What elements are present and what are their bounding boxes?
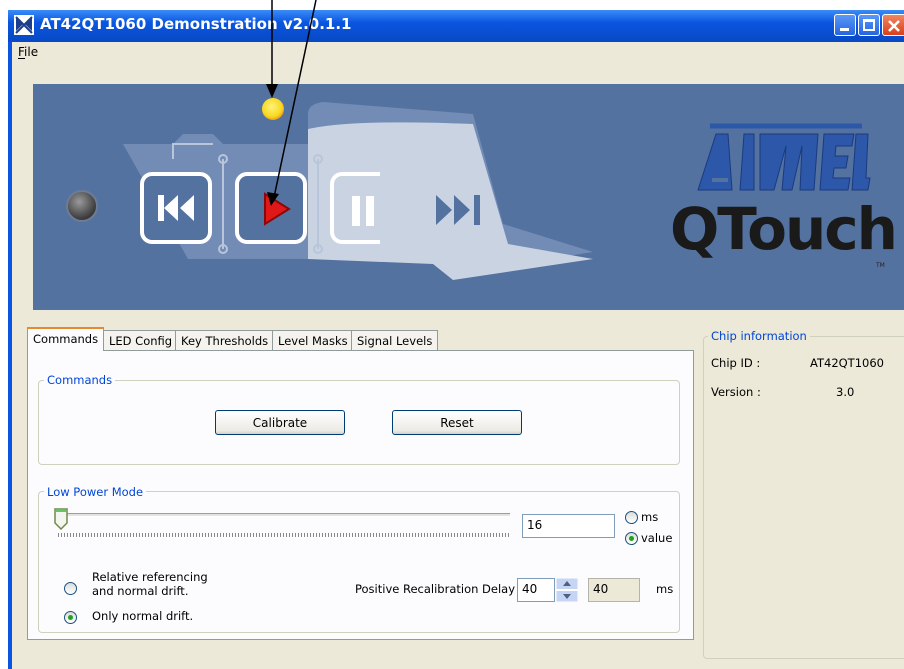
previous-track-button[interactable] (140, 172, 212, 244)
slider-ticks (58, 533, 510, 537)
chip-info-legend: Chip information (708, 329, 810, 343)
version-value: 3.0 (836, 385, 855, 399)
app-icon (14, 15, 34, 35)
skip-forward-icon[interactable] (434, 193, 486, 227)
unit-ms-radio[interactable] (625, 511, 638, 524)
menu-bar (12, 42, 904, 62)
commands-group (38, 380, 680, 465)
unit-value-label: value (641, 531, 673, 545)
recal-delay-label: Positive Recalibration Delay (355, 582, 516, 596)
pause-icon (352, 196, 374, 226)
recal-delay-spinner[interactable] (555, 577, 579, 603)
stop-icon[interactable] (540, 193, 564, 219)
recal-delay-display: 40 (588, 578, 640, 602)
chip-id-label: Chip ID : (711, 356, 761, 370)
chip-id-value: AT42QT1060 (810, 356, 884, 370)
reset-button[interactable]: Reset (392, 410, 522, 435)
low-power-slider-track[interactable] (58, 513, 510, 517)
close-button[interactable] (882, 14, 904, 36)
minimize-icon (840, 28, 849, 31)
commands-group-legend: Commands (44, 373, 116, 387)
maximize-icon (863, 19, 875, 31)
drift-relative-radio[interactable] (64, 582, 77, 595)
low-power-slider-thumb[interactable] (54, 508, 68, 530)
unit-value-radio[interactable] (625, 532, 638, 545)
skip-back-icon (158, 195, 194, 221)
tab-led-config[interactable]: LED Config (103, 330, 179, 350)
annotation-arrows (266, 0, 317, 206)
drift-normal-label: Only normal drift. (92, 609, 194, 623)
close-icon (888, 20, 900, 32)
spinner-arrows-icon (555, 577, 579, 603)
recal-delay-input[interactable]: 40 (517, 578, 555, 602)
low-power-legend: Low Power Mode (44, 485, 147, 499)
unit-ms-label: ms (641, 510, 659, 524)
power-knob-icon[interactable] (66, 190, 98, 222)
drift-relative-label: Relative referencing and normal drift. (92, 570, 208, 598)
tab-level-masks[interactable]: Level Masks (272, 330, 354, 350)
recal-delay-unit: ms (656, 582, 674, 596)
trademark: TM (876, 262, 885, 269)
tab-commands[interactable]: Commands (27, 327, 105, 351)
maximize-button[interactable] (858, 14, 880, 36)
atmel-logo (697, 123, 871, 191)
menu-file-mnemonic (18, 58, 25, 59)
version-label: Version : (711, 385, 761, 399)
pause-button[interactable] (330, 172, 380, 244)
drift-normal-radio[interactable] (64, 611, 77, 624)
menu-file[interactable]: File (18, 45, 38, 59)
calibrate-button[interactable]: Calibrate (215, 410, 345, 435)
tab-signal-levels[interactable]: Signal Levels (351, 330, 439, 350)
minimize-button[interactable] (834, 14, 856, 36)
qtouch-logo: QTouch (670, 195, 898, 263)
low-power-value-input[interactable]: 16 (522, 514, 615, 538)
tab-key-thresholds[interactable]: Key Thresholds (175, 330, 275, 350)
